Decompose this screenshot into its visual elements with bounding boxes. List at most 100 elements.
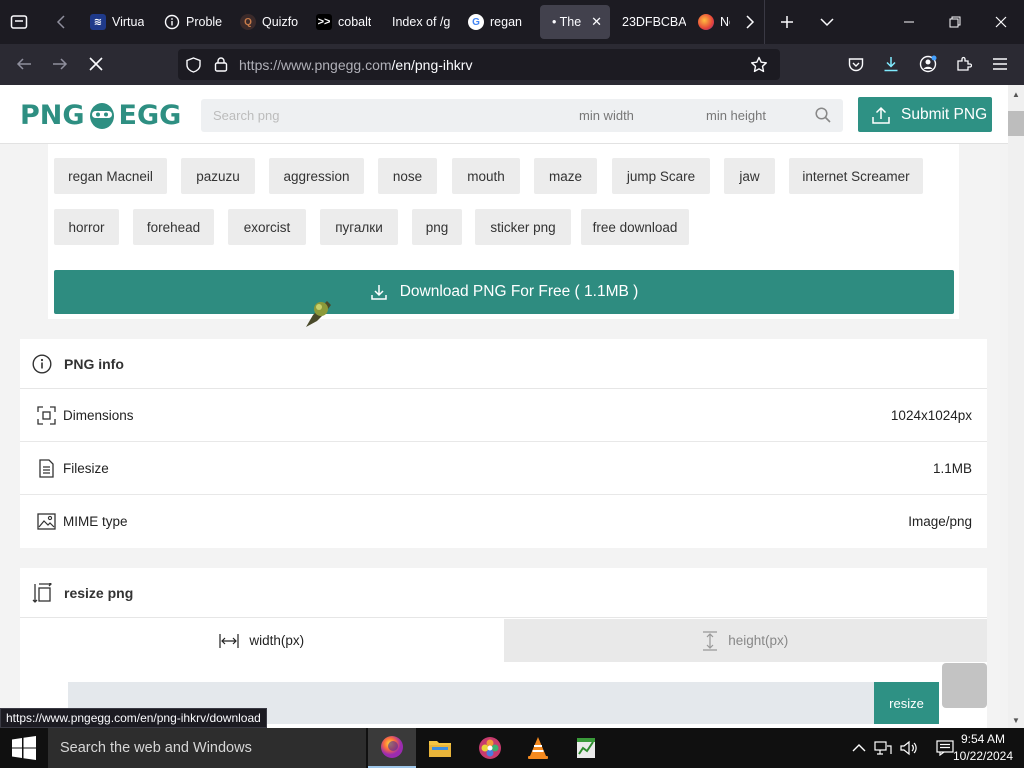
- page-scrollbar[interactable]: [1008, 85, 1024, 728]
- lock-icon[interactable]: [214, 56, 228, 77]
- tab-new[interactable]: Ne: [692, 5, 736, 39]
- search-bar[interactable]: Search png min width min height: [201, 99, 843, 132]
- restore-button[interactable]: [932, 0, 978, 44]
- stop-button[interactable]: [78, 48, 114, 80]
- tag-label: aggression: [283, 168, 350, 184]
- submit-png-button[interactable]: Submit PNG: [858, 97, 992, 132]
- flower-app-icon: [479, 737, 501, 759]
- taskbar-search-box[interactable]: Search the web and Windows: [48, 728, 366, 768]
- tag-item[interactable]: jaw: [724, 158, 775, 194]
- arrow-right-icon: [53, 58, 68, 70]
- taskbar-vlc[interactable]: [514, 728, 562, 768]
- start-button[interactable]: [0, 728, 48, 768]
- extensions-button[interactable]: [947, 48, 981, 80]
- tag-item[interactable]: regan Macneil: [54, 158, 167, 194]
- account-button[interactable]: [911, 48, 945, 80]
- info-row-mime: MIME type Image/png: [20, 495, 987, 548]
- tag-item[interactable]: pazuzu: [181, 158, 255, 194]
- tag-label: jump Scare: [626, 168, 696, 184]
- network-icon[interactable]: [874, 740, 892, 756]
- back-to-top-button[interactable]: [942, 663, 987, 708]
- tag-item[interactable]: mouth: [452, 158, 520, 194]
- resize-tabs: width(px) height(px): [20, 619, 987, 662]
- close-window-button[interactable]: [978, 0, 1024, 44]
- scroll-up-arrow-icon[interactable]: ▲: [1008, 87, 1024, 101]
- new-tab-button[interactable]: [764, 0, 808, 44]
- volume-icon[interactable]: [900, 740, 918, 756]
- tag-label: exorcist: [243, 219, 291, 235]
- tag-item[interactable]: nose: [378, 158, 437, 194]
- scroll-tabs-right-button[interactable]: [736, 0, 764, 44]
- taskbar-app-colorwheel[interactable]: [466, 728, 514, 768]
- info-label: Filesize: [63, 460, 109, 476]
- info-row-filesize: Filesize 1.1MB: [20, 442, 987, 495]
- tab-regan[interactable]: G regan: [462, 5, 532, 39]
- close-tab-icon[interactable]: ✕: [591, 14, 602, 30]
- menu-button[interactable]: [983, 48, 1017, 80]
- tab-problem[interactable]: Proble: [158, 5, 234, 39]
- taskbar-clock[interactable]: 9:54 AM 10/22/2024: [944, 731, 1022, 765]
- tab-23dfbcba[interactable]: 23DFBCBA: [616, 5, 692, 39]
- min-width-input[interactable]: min width: [579, 108, 634, 123]
- url-bar[interactable]: https://www.pngegg.com/en/png-ihkrv: [178, 49, 780, 80]
- upload-icon: [872, 106, 890, 124]
- tag-item[interactable]: internet Screamer: [789, 158, 923, 194]
- restore-icon: [949, 16, 961, 28]
- taskbar-firefox[interactable]: [368, 728, 416, 768]
- tag-item[interactable]: png: [412, 209, 462, 245]
- downloads-button[interactable]: [874, 48, 908, 80]
- tab-height[interactable]: height(px): [503, 619, 987, 662]
- tag-item[interactable]: aggression: [269, 158, 364, 194]
- tag-item[interactable]: forehead: [133, 209, 214, 245]
- file-icon: [39, 458, 54, 478]
- tab-title: Virtua: [112, 15, 145, 29]
- tab-cobalt[interactable]: >> cobalt: [310, 5, 386, 39]
- tag-label: horror: [68, 219, 105, 235]
- search-icon[interactable]: [815, 107, 831, 126]
- tag-item[interactable]: sticker png: [475, 209, 571, 245]
- tag-item[interactable]: пугалки: [320, 209, 398, 245]
- min-height-input[interactable]: min height: [706, 108, 766, 123]
- resize-button[interactable]: resize: [874, 682, 939, 724]
- tag-item[interactable]: horror: [54, 209, 119, 245]
- tag-item[interactable]: exorcist: [228, 209, 306, 245]
- taskbar-file-explorer[interactable]: [416, 728, 464, 768]
- tab-manager-button[interactable]: [0, 0, 38, 44]
- width-tab-label: width(px): [249, 633, 305, 648]
- scroll-tabs-left-button[interactable]: [38, 0, 84, 44]
- info-value: Image/png: [908, 514, 972, 529]
- chevron-up-icon[interactable]: [852, 743, 866, 753]
- width-arrows-icon: [219, 633, 239, 648]
- tag-label: forehead: [146, 219, 201, 235]
- forward-button[interactable]: [42, 48, 78, 80]
- tab-title: • The: [552, 15, 582, 29]
- taskbar-spreadsheet[interactable]: [562, 728, 610, 768]
- tab-active[interactable]: • The ✕: [540, 5, 610, 39]
- search-input[interactable]: Search png: [213, 108, 280, 123]
- tag-item[interactable]: maze: [534, 158, 597, 194]
- tab-index[interactable]: Index of /g: [386, 5, 462, 39]
- tracking-shield-icon[interactable]: [186, 57, 201, 78]
- minimize-button[interactable]: [886, 0, 932, 44]
- scrollbar-thumb[interactable]: [1008, 111, 1024, 136]
- url-text[interactable]: https://www.pngegg.com/en/png-ihkrv: [239, 57, 472, 73]
- tab-width[interactable]: width(px): [20, 619, 504, 662]
- hamburger-menu-icon: [993, 58, 1007, 70]
- firefox-icon: [381, 736, 403, 758]
- url-host: https://www.pngegg.com: [239, 56, 392, 73]
- info-label: MIME type: [63, 514, 128, 529]
- list-all-tabs-button[interactable]: [808, 0, 846, 44]
- tab-virtualbox[interactable]: ≋ Virtua: [84, 5, 158, 39]
- bookmark-star-icon[interactable]: [750, 56, 768, 78]
- pocket-button[interactable]: [839, 48, 873, 80]
- back-button[interactable]: [6, 48, 42, 80]
- tab-title: regan: [490, 15, 522, 29]
- tag-item[interactable]: free download: [581, 209, 689, 245]
- tab-quizfor[interactable]: Q Quizfo: [234, 5, 310, 39]
- download-png-button[interactable]: Download PNG For Free ( 1.1MB ): [54, 270, 954, 314]
- download-icon: [370, 285, 387, 300]
- pngegg-logo[interactable]: PNG EGG: [20, 99, 181, 131]
- scroll-down-arrow-icon[interactable]: ▼: [1008, 713, 1024, 727]
- download-icon: [884, 57, 898, 72]
- tag-item[interactable]: jump Scare: [612, 158, 710, 194]
